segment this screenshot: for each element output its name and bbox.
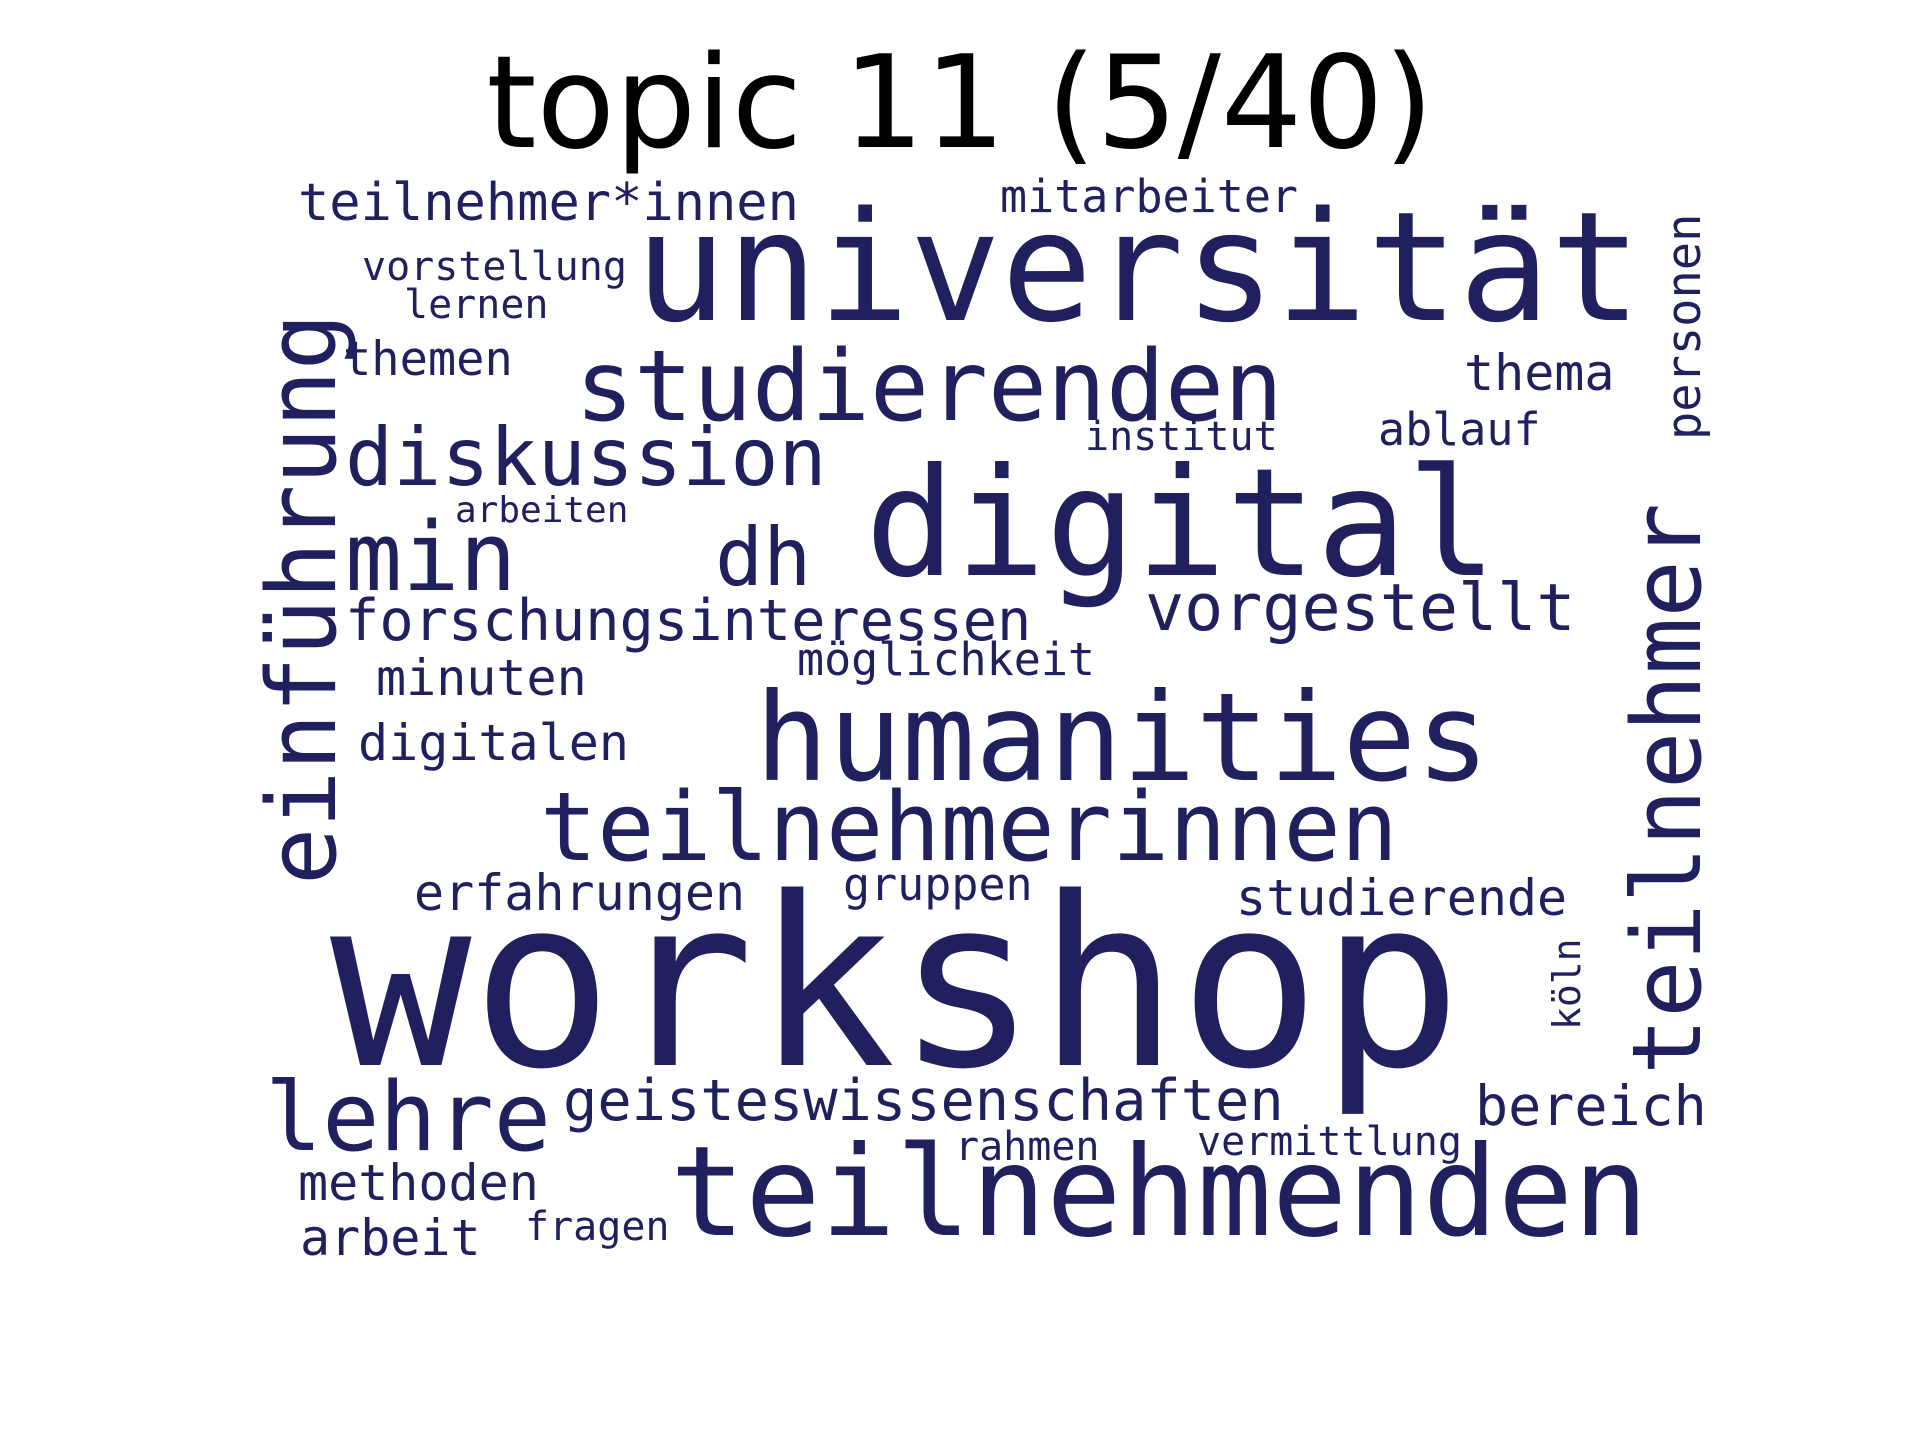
- cloud-word: möglichkeit: [797, 633, 1095, 686]
- cloud-word: erfahrungen: [414, 864, 745, 922]
- word-cloud: workshopteilnehmendendigitaluniversitäth…: [248, 170, 1723, 1267]
- cloud-word: arbeit: [300, 1209, 481, 1267]
- cloud-word: methoden: [298, 1154, 539, 1212]
- cloud-word: institut: [1085, 414, 1278, 460]
- cloud-word: teilnehmer: [1613, 503, 1723, 1075]
- cloud-word: bereich: [1475, 1074, 1707, 1138]
- cloud-word: einführung: [248, 313, 358, 885]
- cloud-word: personen: [1657, 214, 1712, 440]
- cloud-word: thema: [1464, 344, 1615, 402]
- cloud-word: teilnehmenden: [670, 1120, 1648, 1265]
- cloud-word: arbeiten: [455, 490, 628, 531]
- cloud-word: rahmen: [955, 1124, 1100, 1170]
- cloud-word: geisteswissenschaften: [563, 1068, 1284, 1134]
- wordcloud-figure: topic 11 (5/40) workshop teilnehmenden dig…: [0, 0, 1920, 1440]
- cloud-word: digitalen: [358, 714, 629, 772]
- cloud-word: mitarbeiter: [1000, 170, 1298, 223]
- cloud-word: ablauf: [1378, 403, 1541, 456]
- cloud-word: minuten: [376, 649, 587, 707]
- cloud-word: lernen: [404, 282, 549, 328]
- cloud-word: studierende: [1236, 869, 1567, 927]
- cloud-word: vorgestellt: [1145, 571, 1575, 646]
- cloud-word: köln: [1545, 938, 1589, 1030]
- cloud-word: fragen: [525, 1204, 670, 1250]
- cloud-word: themen: [343, 332, 513, 387]
- cloud-word: gruppen: [843, 858, 1033, 911]
- cloud-word: teilnehmer*innen: [298, 173, 799, 233]
- cloud-word: vermittlung: [1197, 1119, 1462, 1165]
- word-cloud-words: workshopteilnehmendendigitaluniversitäth…: [248, 170, 1723, 1267]
